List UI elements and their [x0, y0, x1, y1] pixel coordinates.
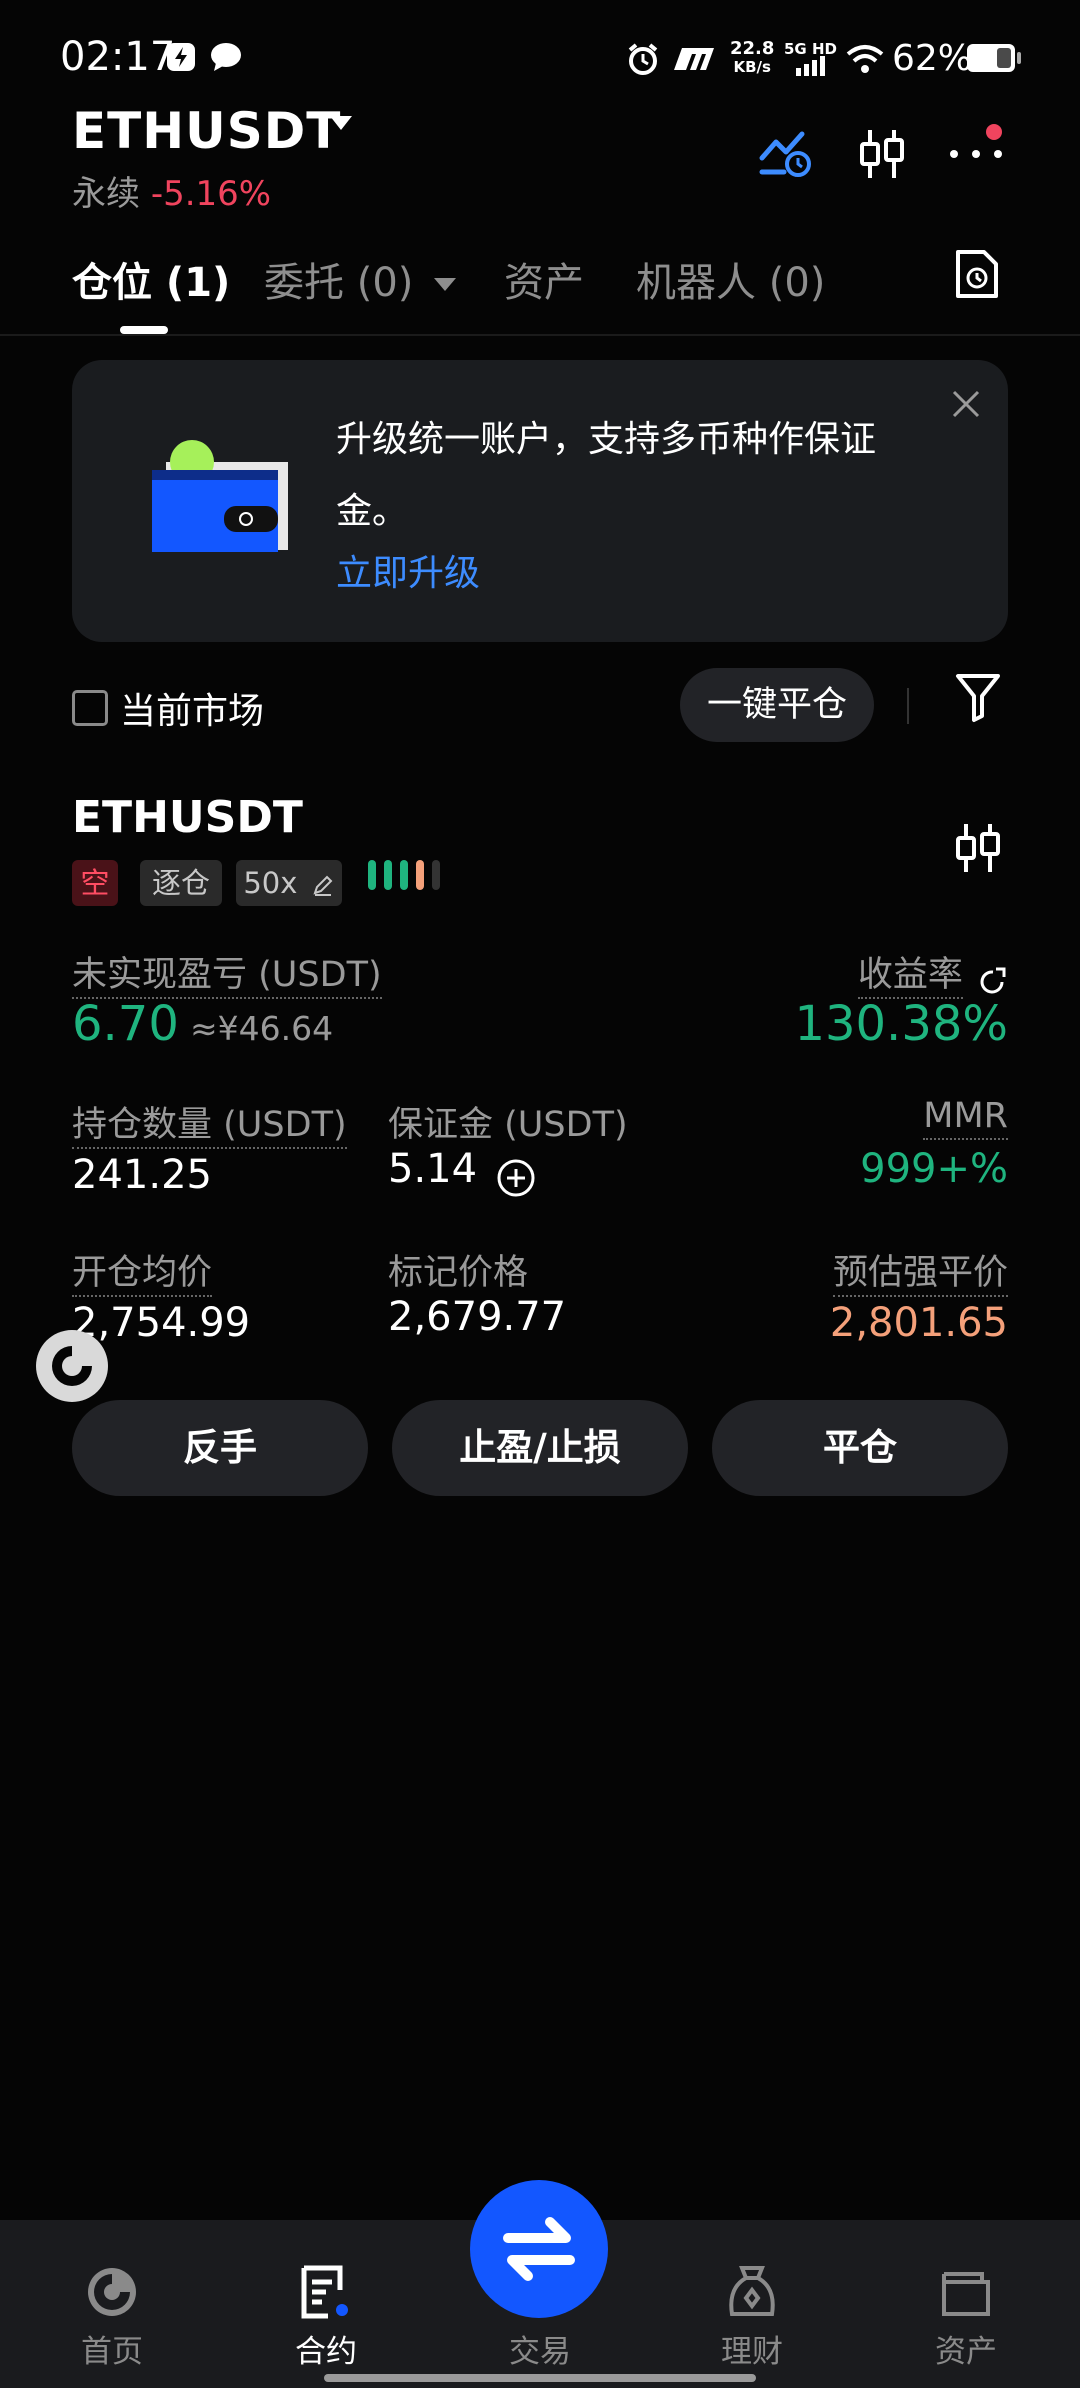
- caret-down-icon[interactable]: [330, 116, 352, 130]
- chevron-down-icon: [434, 278, 457, 291]
- symbol-selector[interactable]: ETHUSDT: [72, 102, 341, 160]
- liq-price-value: 2,801.65: [829, 1300, 1008, 1346]
- battery-percent: 62%: [892, 38, 973, 79]
- position-tabs: 仓位 (1) 委托 (0) 资产 机器人 (0): [0, 240, 1080, 336]
- contract-icon: [301, 2265, 348, 2319]
- swap-icon: [503, 2217, 575, 2281]
- size-value: 241.25: [72, 1152, 212, 1198]
- nav-trade-label[interactable]: 交易: [460, 2326, 620, 2371]
- contract-type: 永续: [72, 174, 140, 214]
- tab-assets[interactable]: 资产: [504, 250, 584, 308]
- wifi-icon: [846, 45, 884, 73]
- battery-icon: [967, 44, 1021, 72]
- nav-earn[interactable]: [672, 2264, 832, 2324]
- adl-indicator: [368, 860, 448, 894]
- banner-text: 升级统一账户，支持多币种作保证金。: [336, 419, 877, 532]
- candlestick-chart-icon[interactable]: [954, 822, 1002, 874]
- margin-mode-tag: 逐仓: [140, 860, 222, 906]
- margin-value: 5.14: [388, 1146, 478, 1192]
- alarm-icon: [628, 43, 658, 75]
- network-speed: 22.8 KB/s: [730, 38, 775, 77]
- side-tag: 空: [72, 860, 118, 906]
- home-icon: [88, 2268, 136, 2316]
- position-symbol[interactable]: ETHUSDT: [72, 792, 303, 843]
- message-icon: [211, 43, 241, 71]
- close-position-button[interactable]: 平仓: [712, 1400, 1008, 1496]
- upgrade-link[interactable]: 立即升级: [336, 544, 480, 596]
- nav-contract-label[interactable]: 合约: [246, 2326, 406, 2371]
- tab-orders[interactable]: 委托 (0): [264, 250, 457, 308]
- liq-price-label[interactable]: 预估强平价: [832, 1244, 1008, 1297]
- margin-label: 保证金 (USDT): [388, 1105, 628, 1145]
- trade-fab-button[interactable]: [470, 2180, 608, 2318]
- wallet-icon: [942, 2272, 990, 2316]
- price-alert-icon[interactable]: [758, 128, 814, 180]
- nav-assets[interactable]: [886, 2264, 1046, 2324]
- price-change: -5.16%: [150, 174, 272, 214]
- current-market-checkbox[interactable]: [72, 690, 108, 726]
- floating-assistant-icon[interactable]: [36, 1330, 108, 1402]
- signal-icon: [796, 56, 825, 76]
- filter-icon[interactable]: [954, 672, 1002, 724]
- unrealized-pnl-label[interactable]: 未实现盈亏 (USDT): [72, 946, 382, 999]
- status-time: 02:17: [60, 34, 176, 80]
- close-icon[interactable]: [952, 390, 980, 418]
- size-label[interactable]: 持仓数量 (USDT): [72, 1096, 347, 1149]
- mark-price-label: 标记价格: [388, 1253, 529, 1293]
- nav-assets-label[interactable]: 资产: [886, 2326, 1046, 2371]
- earn-icon: [729, 2266, 775, 2316]
- nav-home[interactable]: [32, 2264, 192, 2324]
- contract-subtitle: 永续 -5.16%: [72, 166, 271, 215]
- tpsl-button[interactable]: 止盈/止损: [392, 1400, 688, 1496]
- more-options-icon[interactable]: [946, 122, 1010, 170]
- divider: [907, 688, 909, 724]
- reverse-button[interactable]: 反手: [72, 1400, 368, 1496]
- active-tab-indicator: [120, 326, 168, 334]
- mark-price-value: 2,679.77: [388, 1294, 567, 1340]
- unrealized-pnl: 6.70 ≈¥46.64: [72, 996, 334, 1052]
- charging-app-icon: [167, 43, 195, 71]
- candlestick-chart-icon[interactable]: [858, 128, 906, 180]
- mmr-value: 999+%: [860, 1146, 1008, 1192]
- add-margin-icon[interactable]: [496, 1158, 536, 1198]
- wallet-illustration-icon: [152, 440, 288, 552]
- nav-earn-label[interactable]: 理财: [672, 2326, 832, 2371]
- entry-price-label[interactable]: 开仓均价: [72, 1244, 213, 1297]
- nav-contract[interactable]: [246, 2264, 406, 2324]
- roi-label[interactable]: 收益率: [857, 946, 1008, 999]
- margin-value-row: 5.14: [388, 1146, 536, 1198]
- close-all-button[interactable]: 一键平仓: [680, 668, 874, 742]
- share-refresh-icon[interactable]: [978, 967, 1008, 997]
- notification-dot: [986, 124, 1002, 140]
- tab-positions[interactable]: 仓位 (1): [72, 250, 230, 308]
- tab-bots[interactable]: 机器人 (0): [636, 250, 825, 308]
- roi-value: 130.38%: [794, 996, 1008, 1052]
- nav-home-label[interactable]: 首页: [32, 2326, 192, 2371]
- current-market-label[interactable]: 当前市场: [120, 682, 264, 734]
- status-bar: 02:17 22.8 KB/s 5G HD 62%: [0, 0, 1080, 110]
- mmr-label[interactable]: MMR: [923, 1096, 1008, 1140]
- edit-icon: [313, 875, 333, 896]
- leverage-tag[interactable]: 50x: [236, 860, 342, 906]
- history-document-icon[interactable]: [954, 248, 1000, 300]
- carrier-logo-icon: [674, 48, 714, 70]
- unrealized-pnl-cny: ≈¥46.64: [189, 1009, 334, 1048]
- gesture-home-bar[interactable]: [324, 2374, 756, 2382]
